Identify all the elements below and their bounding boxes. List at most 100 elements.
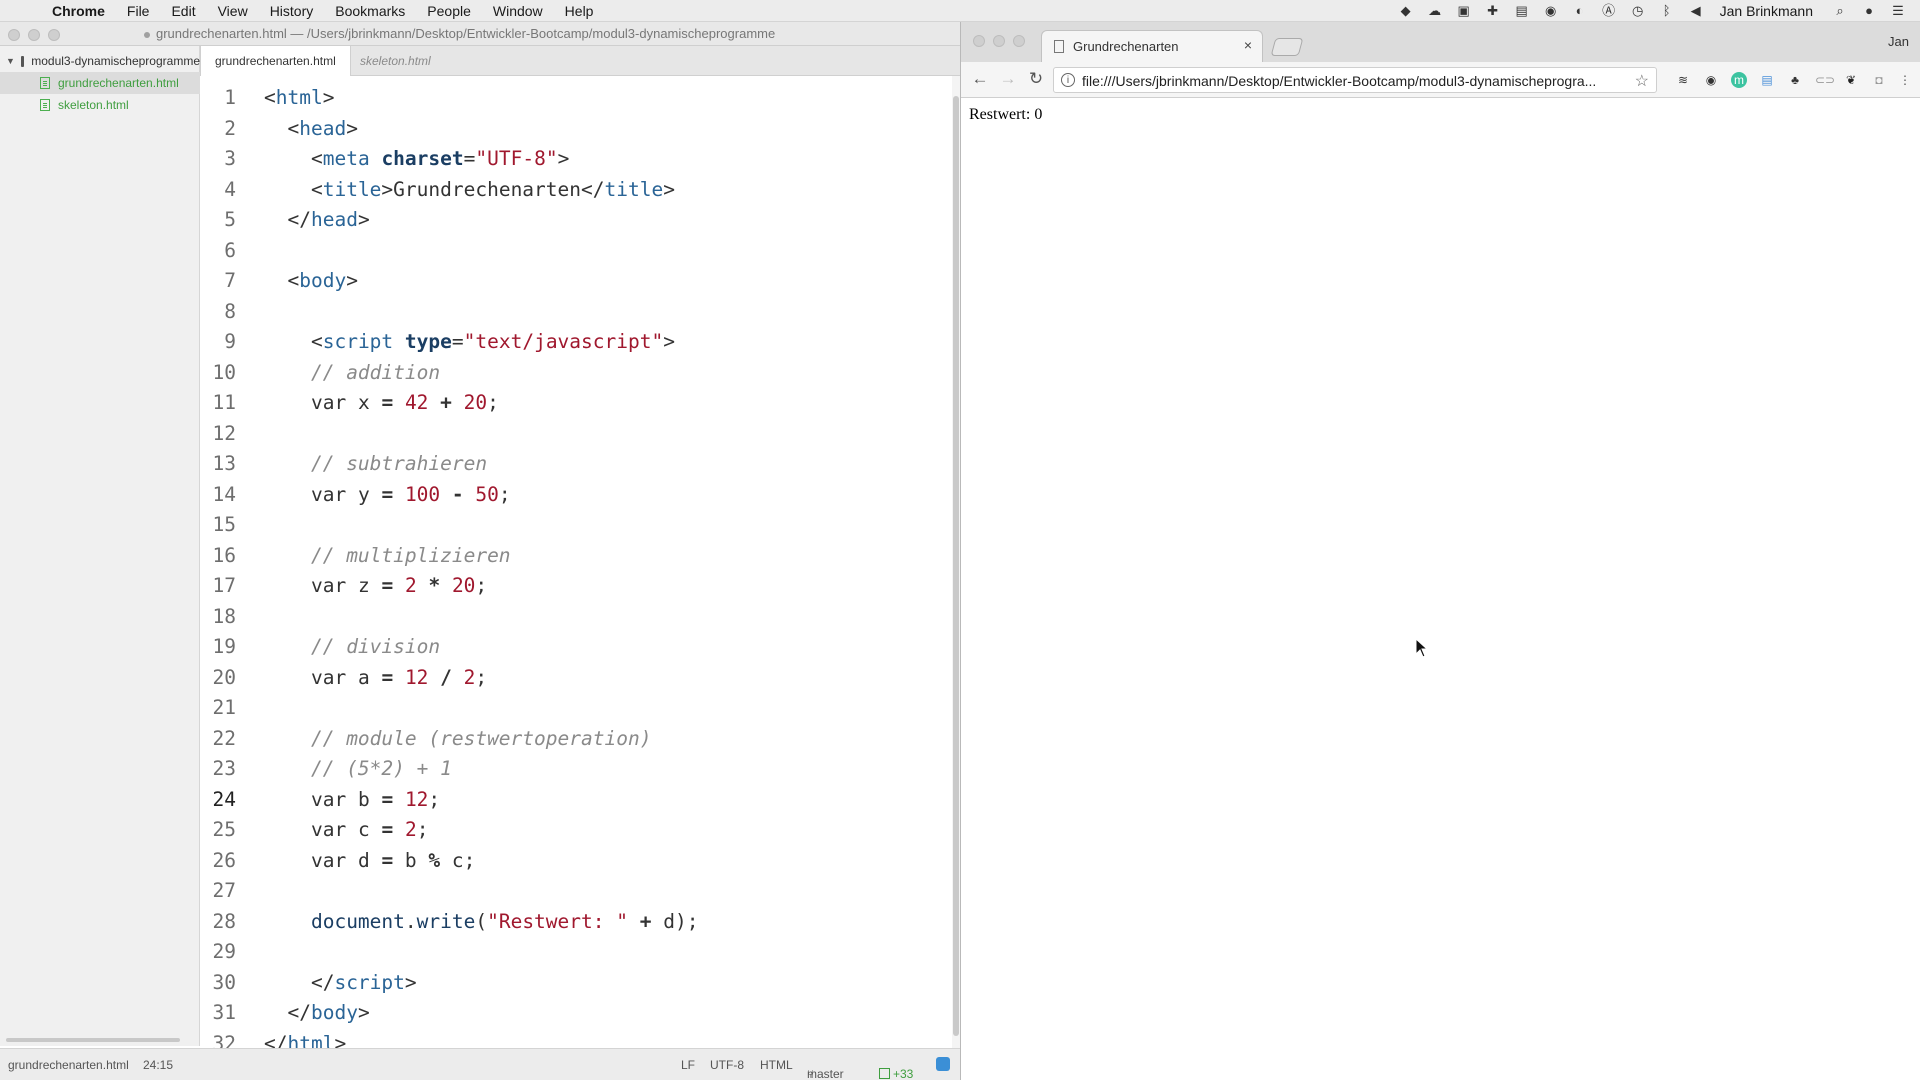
editor-vertical-scrollbar[interactable] xyxy=(952,76,960,1048)
code-line[interactable]: 27 xyxy=(200,876,952,906)
zoom-window-button[interactable] xyxy=(48,29,60,41)
user-name[interactable]: Jan Brinkmann xyxy=(1720,3,1813,19)
code-line[interactable]: 31 </body> xyxy=(200,998,952,1028)
bluetooth-icon[interactable]: ᛒ xyxy=(1659,4,1675,18)
alfred-icon[interactable]: Ⓐ xyxy=(1601,4,1617,18)
code-line[interactable]: 22 // module (restwertoperation) xyxy=(200,724,952,754)
code-line[interactable]: 26 var d = b % c; xyxy=(200,846,952,876)
tree-horizontal-scrollbar[interactable] xyxy=(6,1038,180,1042)
code-line[interactable]: 23 // (5*2) + 1 xyxy=(200,754,952,784)
forward-arrow-icon[interactable]: → xyxy=(997,68,1019,90)
address-url[interactable]: file:///Users/jbrinkmann/Desktop/Entwick… xyxy=(1082,73,1612,89)
code-line[interactable]: 24 var b = 12; xyxy=(200,785,952,815)
link-extension-icon[interactable]: ⊂⊃ xyxy=(1815,72,1835,88)
code-editor[interactable]: 1 <html> 2 <head> 3 <meta charset="UTF-8"> 4… xyxy=(200,76,952,1048)
menu-edit[interactable]: Edit xyxy=(171,3,195,19)
volume-icon[interactable]: ◀ xyxy=(1688,4,1704,18)
time-machine-icon[interactable]: ◷ xyxy=(1630,4,1646,18)
close-window-button[interactable] xyxy=(8,29,20,41)
code-line[interactable]: 17 var z = 2 * 20; xyxy=(200,571,952,601)
evernote-extension-icon[interactable]: ♣ xyxy=(1787,72,1803,88)
code-line[interactable]: 2 <head> xyxy=(200,114,952,144)
image-icon[interactable]: ▤ xyxy=(1514,4,1530,18)
code-line[interactable]: 3 <meta charset="UTF-8"> xyxy=(200,144,952,174)
tab-grundrechenarten[interactable]: grundrechenarten.html xyxy=(200,46,351,76)
status-git-diff[interactable]: +33 xyxy=(879,1058,913,1081)
code-line[interactable]: 29 xyxy=(200,937,952,967)
browser-close-window-button[interactable] xyxy=(973,35,985,47)
menu-people[interactable]: People xyxy=(427,3,471,19)
address-bar[interactable]: i file:///Users/jbrinkmann/Desktop/Entwi… xyxy=(1053,67,1657,93)
code-line[interactable]: 5 </head> xyxy=(200,205,952,235)
leaf-icon[interactable]: ◐ xyxy=(1572,4,1588,18)
code-line[interactable]: 14 var y = 100 - 50; xyxy=(200,480,952,510)
chevron-down-icon[interactable]: ▼ xyxy=(6,56,15,66)
code-line[interactable]: 11 var x = 42 + 20; xyxy=(200,388,952,418)
status-line-ending[interactable]: LF xyxy=(681,1058,695,1072)
bookmark-star-icon[interactable]: ☆ xyxy=(1635,71,1649,91)
plus-icon[interactable]: ✚ xyxy=(1485,4,1501,18)
mixmax-extension-icon[interactable]: m xyxy=(1731,72,1747,88)
code-line[interactable]: 1 <html> xyxy=(200,83,952,113)
scrollbar-thumb[interactable] xyxy=(953,96,959,1036)
code-line[interactable]: 25 var c = 2; xyxy=(200,815,952,845)
code-line[interactable]: 12 xyxy=(200,419,952,449)
code-line[interactable]: 18 xyxy=(200,602,952,632)
status-encoding[interactable]: UTF-8 xyxy=(710,1058,744,1072)
dropbox-icon[interactable]: ◆ xyxy=(1398,4,1414,18)
onepassword-extension-icon[interactable]: ◉ xyxy=(1703,72,1719,88)
menu-file[interactable]: File xyxy=(127,3,150,19)
reload-icon[interactable]: ↻ xyxy=(1025,68,1047,90)
tree-root-folder[interactable]: ▼ modul3-dynamischeprogramme xyxy=(0,50,200,72)
camera-extension-icon[interactable]: ◘ xyxy=(1871,72,1887,88)
code-line[interactable]: 21 xyxy=(200,693,952,723)
menu-view[interactable]: View xyxy=(218,3,248,19)
info-icon[interactable]: i xyxy=(1061,73,1075,87)
back-arrow-icon[interactable]: ← xyxy=(969,68,991,90)
menu-history[interactable]: History xyxy=(270,3,314,19)
spotlight-search-icon[interactable]: ⌕ xyxy=(1832,4,1848,18)
code-line[interactable]: 20 var a = 12 / 2; xyxy=(200,663,952,693)
chrome-menu-icon[interactable]: ⋮ xyxy=(1897,72,1913,88)
camera-icon[interactable]: ▣ xyxy=(1456,4,1472,18)
browser-tab[interactable]: Grundrechenarten × xyxy=(1041,30,1263,62)
cloud-icon[interactable]: ☁ xyxy=(1427,4,1443,18)
code-line[interactable]: 7 <body> xyxy=(200,266,952,296)
code-line[interactable]: 8 xyxy=(200,297,952,327)
github-icon[interactable] xyxy=(936,1057,950,1071)
code-line[interactable]: 13 // subtrahieren xyxy=(200,449,952,479)
buffer-extension-icon[interactable]: ≋ xyxy=(1675,72,1691,88)
code-line[interactable]: 19 // division xyxy=(200,632,952,662)
profile-button[interactable]: Jan xyxy=(1888,34,1909,49)
code-line[interactable]: 10 // addition xyxy=(200,358,952,388)
close-tab-icon[interactable]: × xyxy=(1244,37,1252,53)
code-line[interactable]: 9 <script type="text/javascript"> xyxy=(200,327,952,357)
code-line[interactable]: 16 // multiplizieren xyxy=(200,541,952,571)
menu-bookmarks[interactable]: Bookmarks xyxy=(335,3,405,19)
status-file-path[interactable]: grundrechenarten.html xyxy=(8,1058,129,1072)
tree-file-grundrechenarten[interactable]: grundrechenarten.html xyxy=(0,72,200,94)
browser-minimize-window-button[interactable] xyxy=(993,35,1005,47)
code-line[interactable]: 32 </html> xyxy=(200,1029,952,1049)
status-grammar[interactable]: HTML xyxy=(760,1058,793,1072)
tree-file-skeleton[interactable]: skeleton.html xyxy=(0,94,200,116)
tab-skeleton[interactable]: skeleton.html xyxy=(346,46,445,76)
code-line[interactable]: 28 document.write("Restwert: " + d); xyxy=(200,907,952,937)
browser-zoom-window-button[interactable] xyxy=(1013,35,1025,47)
minimize-window-button[interactable] xyxy=(28,29,40,41)
translate-extension-icon[interactable]: ▤ xyxy=(1759,72,1775,88)
status-cursor-position[interactable]: 24:15 xyxy=(143,1058,173,1072)
menu-help[interactable]: Help xyxy=(565,3,594,19)
onepassword-icon[interactable]: ◉ xyxy=(1543,4,1559,18)
siri-icon[interactable]: ● xyxy=(1861,4,1877,18)
code-line[interactable]: 30 </script> xyxy=(200,968,952,998)
code-line[interactable]: 4 <title>Grundrechenarten</title> xyxy=(200,175,952,205)
menu-window[interactable]: Window xyxy=(493,3,543,19)
notification-center-icon[interactable]: ☰ xyxy=(1890,4,1906,18)
code-line[interactable]: 15 xyxy=(200,510,952,540)
new-tab-button[interactable] xyxy=(1270,38,1304,56)
menu-app-name[interactable]: Chrome xyxy=(52,3,105,19)
code-line[interactable]: 6 xyxy=(200,236,952,266)
bird-extension-icon[interactable]: ❦ xyxy=(1843,72,1859,88)
